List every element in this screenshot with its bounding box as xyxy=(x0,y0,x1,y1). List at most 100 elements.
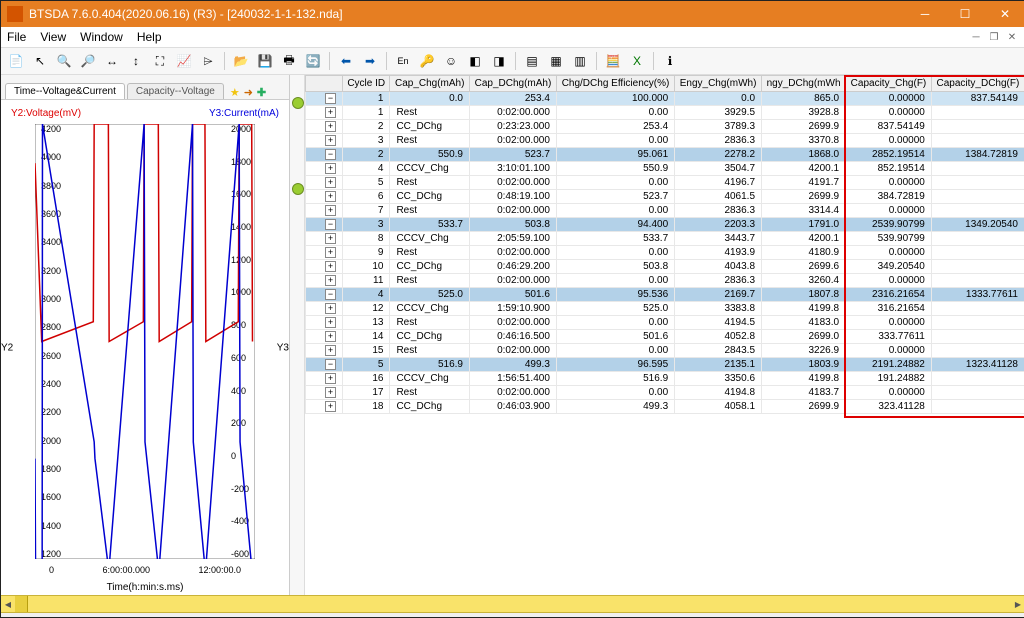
expand-icon[interactable]: + xyxy=(325,135,336,146)
col-header[interactable]: Engy_Chg(mWh) xyxy=(675,76,762,92)
step-row[interactable]: +13Rest0:02:00.0000.004194.54183.00.0000… xyxy=(306,316,1024,330)
new-icon[interactable]: 📄 xyxy=(5,50,27,72)
tab-capacity-voltage[interactable]: Capacity--Voltage xyxy=(127,83,224,99)
zoom-in-icon[interactable]: 🔍 xyxy=(53,50,75,72)
collapse-icon[interactable]: − xyxy=(325,289,336,300)
col-header[interactable]: ngy_DChg(mWh xyxy=(762,76,846,92)
cycle-row[interactable]: −4525.0501.695.5362169.71807.82316.21654… xyxy=(306,288,1024,302)
excel-icon[interactable]: X xyxy=(626,50,648,72)
info-icon[interactable]: ℹ xyxy=(659,50,681,72)
step-row[interactable]: +5Rest0:02:00.0000.004196.74191.70.00000 xyxy=(306,176,1024,190)
expand-icon[interactable]: + xyxy=(325,317,336,328)
step-row[interactable]: +14CC_DChg0:46:16.500501.64052.82699.033… xyxy=(306,330,1024,344)
maximize-button[interactable]: ☐ xyxy=(945,1,985,27)
chart-type-icon[interactable]: 📈 xyxy=(173,50,195,72)
menu-file[interactable]: File xyxy=(7,30,26,44)
collapse-icon[interactable]: − xyxy=(325,359,336,370)
menu-view[interactable]: View xyxy=(40,30,66,44)
expand-icon[interactable]: + xyxy=(325,373,336,384)
expand-icon[interactable]: + xyxy=(325,205,336,216)
calc-icon[interactable]: 🧮 xyxy=(602,50,624,72)
cycle-row[interactable]: −10.0253.4100.0000.0865.00.00000837.5414… xyxy=(306,92,1024,106)
pointer-icon[interactable]: ↖ xyxy=(29,50,51,72)
expand-icon[interactable]: + xyxy=(325,401,336,412)
col-header[interactable]: Cap_DChg(mAh) xyxy=(470,76,557,92)
star-icon[interactable]: ★ xyxy=(230,86,240,99)
key-icon[interactable]: 🔑 xyxy=(416,50,438,72)
open-icon[interactable]: 📂 xyxy=(230,50,252,72)
print-icon[interactable]: 🖶 xyxy=(278,50,300,72)
step-row[interactable]: +16CCCV_Chg1:56:51.400516.93350.64199.81… xyxy=(306,372,1024,386)
col-header[interactable]: Cap_Chg(mAh) xyxy=(390,76,470,92)
redo-icon[interactable]: ➡ xyxy=(359,50,381,72)
step-row[interactable]: +17Rest0:02:00.0000.004194.84183.70.0000… xyxy=(306,386,1024,400)
add-tab-icon[interactable]: ✚ xyxy=(257,86,266,99)
expand-icon[interactable]: + xyxy=(325,191,336,202)
mdi-minimize-icon[interactable]: ─ xyxy=(969,30,983,44)
step-row[interactable]: +10CC_DChg0:46:29.200503.84043.82699.634… xyxy=(306,260,1024,274)
expand-icon[interactable]: + xyxy=(325,261,336,272)
collapse-icon[interactable]: − xyxy=(325,149,336,160)
zoom-y-icon[interactable]: ↕ xyxy=(125,50,147,72)
funnel-icon[interactable]: ⌲ xyxy=(197,50,219,72)
step-row[interactable]: +3Rest0:02:00.0000.002836.33370.80.00000 xyxy=(306,134,1024,148)
scroll-thumb[interactable] xyxy=(15,596,28,612)
col-header[interactable]: Cycle ID xyxy=(343,76,390,92)
cycle-row[interactable]: −5516.9499.396.5952135.11803.92191.24882… xyxy=(306,358,1024,372)
zoom-area-icon[interactable]: ⛶ xyxy=(149,50,171,72)
expand-icon[interactable]: + xyxy=(325,303,336,314)
arrow-icon[interactable]: ➜ xyxy=(244,86,253,99)
scroll-left-icon[interactable]: ◀ xyxy=(1,596,15,612)
step-row[interactable]: +15Rest0:02:00.0000.002843.53226.90.0000… xyxy=(306,344,1024,358)
table1-icon[interactable]: ▤ xyxy=(521,50,543,72)
etc1-icon[interactable]: ◧ xyxy=(464,50,486,72)
expand-icon[interactable]: + xyxy=(325,275,336,286)
expand-icon[interactable]: + xyxy=(325,121,336,132)
expand-icon[interactable]: + xyxy=(325,177,336,188)
step-row[interactable]: +1Rest0:02:00.0000.003929.53928.80.00000 xyxy=(306,106,1024,120)
mdi-close-icon[interactable]: ✕ xyxy=(1005,30,1019,44)
refresh-icon[interactable]: 🔄 xyxy=(302,50,324,72)
step-row[interactable]: +8CCCV_Chg2:05:59.100533.73443.74200.153… xyxy=(306,232,1024,246)
minimize-button[interactable]: ─ xyxy=(905,1,945,27)
table3-icon[interactable]: ▥ xyxy=(569,50,591,72)
col-header[interactable]: Capacity_Chg(F) xyxy=(846,76,932,92)
menu-help[interactable]: Help xyxy=(137,30,162,44)
expand-icon[interactable]: + xyxy=(325,163,336,174)
cycle-row[interactable]: −3533.7503.894.4002203.31791.02539.90799… xyxy=(306,218,1024,232)
tab-time-voltage-current[interactable]: Time--Voltage&Current xyxy=(5,83,125,99)
expand-icon[interactable]: + xyxy=(325,387,336,398)
step-row[interactable]: +11Rest0:02:00.0000.002836.33260.40.0000… xyxy=(306,274,1024,288)
etc2-icon[interactable]: ◨ xyxy=(488,50,510,72)
expand-icon[interactable]: + xyxy=(325,247,336,258)
horizontal-scrollbar[interactable]: ◀ ▶ xyxy=(1,595,1024,613)
cycle-row[interactable]: −2550.9523.795.0612278.21868.02852.19514… xyxy=(306,148,1024,162)
step-row[interactable]: +18CC_DChg0:46:03.900499.34058.12699.932… xyxy=(306,400,1024,414)
step-row[interactable]: +4CCCV_Chg3:10:01.100550.93504.74200.185… xyxy=(306,162,1024,176)
step-row[interactable]: +7Rest0:02:00.0000.002836.33314.40.00000 xyxy=(306,204,1024,218)
undo-icon[interactable]: ⬅ xyxy=(335,50,357,72)
face-icon[interactable]: ☺ xyxy=(440,50,462,72)
col-header[interactable]: Chg/DChg Efficiency(%) xyxy=(556,76,674,92)
mdi-restore-icon[interactable]: ❐ xyxy=(987,30,1001,44)
expand-icon[interactable]: + xyxy=(325,233,336,244)
collapse-icon[interactable]: − xyxy=(325,219,336,230)
scroll-right-icon[interactable]: ▶ xyxy=(1011,596,1024,612)
col-header[interactable]: Capacity_DChg(F) xyxy=(931,76,1024,92)
table2-icon[interactable]: ▦ xyxy=(545,50,567,72)
step-row[interactable]: +12CCCV_Chg1:59:10.900525.03383.84199.83… xyxy=(306,302,1024,316)
expand-icon[interactable]: + xyxy=(325,331,336,342)
collapse-icon[interactable]: − xyxy=(325,93,336,104)
zoom-out-icon[interactable]: 🔎 xyxy=(77,50,99,72)
expand-icon[interactable]: + xyxy=(325,107,336,118)
save-icon[interactable]: 💾 xyxy=(254,50,276,72)
menu-window[interactable]: Window xyxy=(80,30,123,44)
close-button[interactable]: ✕ xyxy=(985,1,1024,27)
en-icon[interactable]: En xyxy=(392,50,414,72)
expand-icon[interactable]: + xyxy=(325,345,336,356)
step-row[interactable]: +2CC_DChg0:23:23.000253.43789.32699.9837… xyxy=(306,120,1024,134)
data-grid[interactable]: Cycle IDCap_Chg(mAh)Cap_DChg(mAh)Chg/DCh… xyxy=(305,75,1024,595)
zoom-x-icon[interactable]: ↔ xyxy=(101,50,123,72)
step-row[interactable]: +9Rest0:02:00.0000.004193.94180.90.00000 xyxy=(306,246,1024,260)
step-row[interactable]: +6CC_DChg0:48:19.100523.74061.52699.9384… xyxy=(306,190,1024,204)
